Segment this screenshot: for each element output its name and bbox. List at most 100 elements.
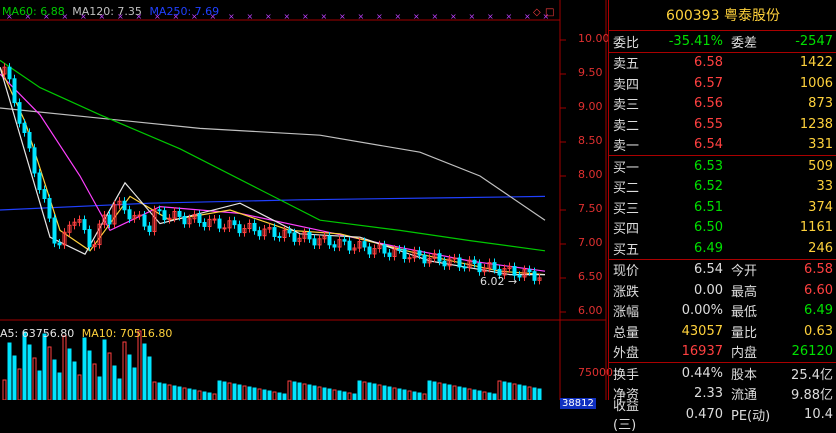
candle-body <box>492 262 497 270</box>
stat-value: 6.54 <box>694 262 723 278</box>
volume-bar <box>137 330 142 400</box>
volume-bar <box>427 380 432 400</box>
buy-qty: 1161 <box>799 220 833 236</box>
ma20-line <box>0 73 546 272</box>
buy-price: 6.50 <box>694 220 723 236</box>
price-axis-tick: 8.50 <box>578 134 603 147</box>
volume-bar <box>122 341 127 400</box>
volume-bar <box>182 387 187 400</box>
candle-body <box>82 219 87 231</box>
candle-body <box>407 257 412 260</box>
volume-bar <box>102 339 107 400</box>
event-marker-icon: × <box>450 12 457 21</box>
sell-label: 卖二 <box>613 118 640 134</box>
volume-bar <box>537 388 542 400</box>
sell-price: 6.55 <box>694 116 723 132</box>
sell-label: 卖四 <box>613 77 640 93</box>
ma120-line <box>0 107 546 221</box>
event-marker-icon: × <box>487 12 494 21</box>
volume-bar <box>7 342 12 400</box>
candle-body <box>57 242 62 246</box>
sell-label: 卖三 <box>613 98 640 114</box>
candle-body <box>182 215 187 225</box>
volume-bar <box>462 387 467 400</box>
candle-body <box>127 209 132 220</box>
sell-row: 卖五 6.58 1422 <box>609 53 836 74</box>
volume-bar <box>457 386 462 400</box>
volume-bar <box>487 392 492 400</box>
candle-body <box>52 217 57 244</box>
candle-body <box>362 241 367 248</box>
volume-bar <box>317 386 322 400</box>
candle-body <box>237 224 242 234</box>
stat-row: 换手 0.44% 股本 25.4亿 <box>609 363 836 384</box>
stat-value: 0.44% <box>681 365 723 381</box>
kline-chart[interactable]: × × × × × × × × × × × × × × × × × × × × × × × × × × × × × ×◇ □ <box>0 0 607 400</box>
event-marker-icon: × <box>247 12 254 21</box>
volume-bar <box>82 337 87 400</box>
candle-body <box>477 262 482 273</box>
volume-bar <box>42 333 47 400</box>
volume-bar <box>92 363 97 400</box>
sell-row: 卖二 6.55 1238 <box>609 114 836 135</box>
volume-bar <box>207 392 212 400</box>
volume-bar <box>2 379 7 400</box>
volume-bar <box>417 392 422 400</box>
candle-body <box>417 250 422 256</box>
volume-bar <box>67 348 72 400</box>
volume-bar <box>492 393 497 400</box>
candle-body <box>222 227 227 230</box>
stat-value: 25.4亿 <box>791 367 833 383</box>
arrow-right-icon: → <box>508 275 518 288</box>
volume-bar <box>262 389 267 400</box>
sell-row: 卖一 6.54 331 <box>609 135 836 156</box>
sell-qty: 1238 <box>799 116 833 132</box>
candle-body <box>107 214 112 225</box>
candle-body <box>397 248 402 251</box>
candle-body <box>472 259 477 264</box>
volume-bar <box>447 384 452 400</box>
volume-bar <box>157 382 162 400</box>
candle-body <box>147 225 152 232</box>
candle-body <box>292 232 297 242</box>
stat-label: 内盘 <box>731 346 758 362</box>
volume-bar <box>497 380 502 400</box>
candle-body <box>22 122 27 134</box>
candle-body <box>462 266 467 269</box>
volume-bar <box>167 384 172 400</box>
stat-label: 量比 <box>731 325 758 341</box>
volume-bar <box>152 381 157 400</box>
event-marker-icon: × <box>321 12 328 21</box>
weibi-label: 委比 <box>613 35 640 51</box>
kline-chart-area[interactable]: × × × × × × × × × × × × × × × × × × × × × × × × × × × × × × ◇ □ MA60: 6… <box>0 0 613 409</box>
weibi-value: -35.41% <box>668 33 723 49</box>
candle-body <box>347 240 352 251</box>
volume-bar <box>72 361 77 400</box>
volume-bar <box>477 390 482 400</box>
price-axis-tick: 9.50 <box>578 66 603 79</box>
volume-bar <box>197 390 202 400</box>
candle-body <box>232 220 237 226</box>
stat-value: 9.88亿 <box>791 388 833 404</box>
volume-bar <box>267 390 272 400</box>
stat-value: 16937 <box>681 344 723 360</box>
volume-bar <box>27 344 32 400</box>
price-axis-tick: 10.00 <box>578 32 610 45</box>
event-marker-icon: × <box>506 12 513 21</box>
volume-bar <box>87 350 92 400</box>
candle-body <box>162 210 167 221</box>
stat-value: 0.63 <box>804 323 833 339</box>
volume-bar <box>527 386 532 400</box>
buy-qty: 246 <box>808 240 833 256</box>
volume-bar <box>327 388 332 400</box>
sell-label: 卖一 <box>613 139 640 155</box>
stat-label: 涨幅 <box>613 305 640 321</box>
volume-bar <box>142 343 147 400</box>
volume-bar <box>12 355 17 400</box>
event-marker-icon: × <box>395 12 402 21</box>
volume-bar <box>237 384 242 400</box>
candle-body <box>202 221 207 227</box>
volume-bar <box>202 391 207 400</box>
candle-body <box>422 254 427 264</box>
candle-body <box>47 198 52 219</box>
